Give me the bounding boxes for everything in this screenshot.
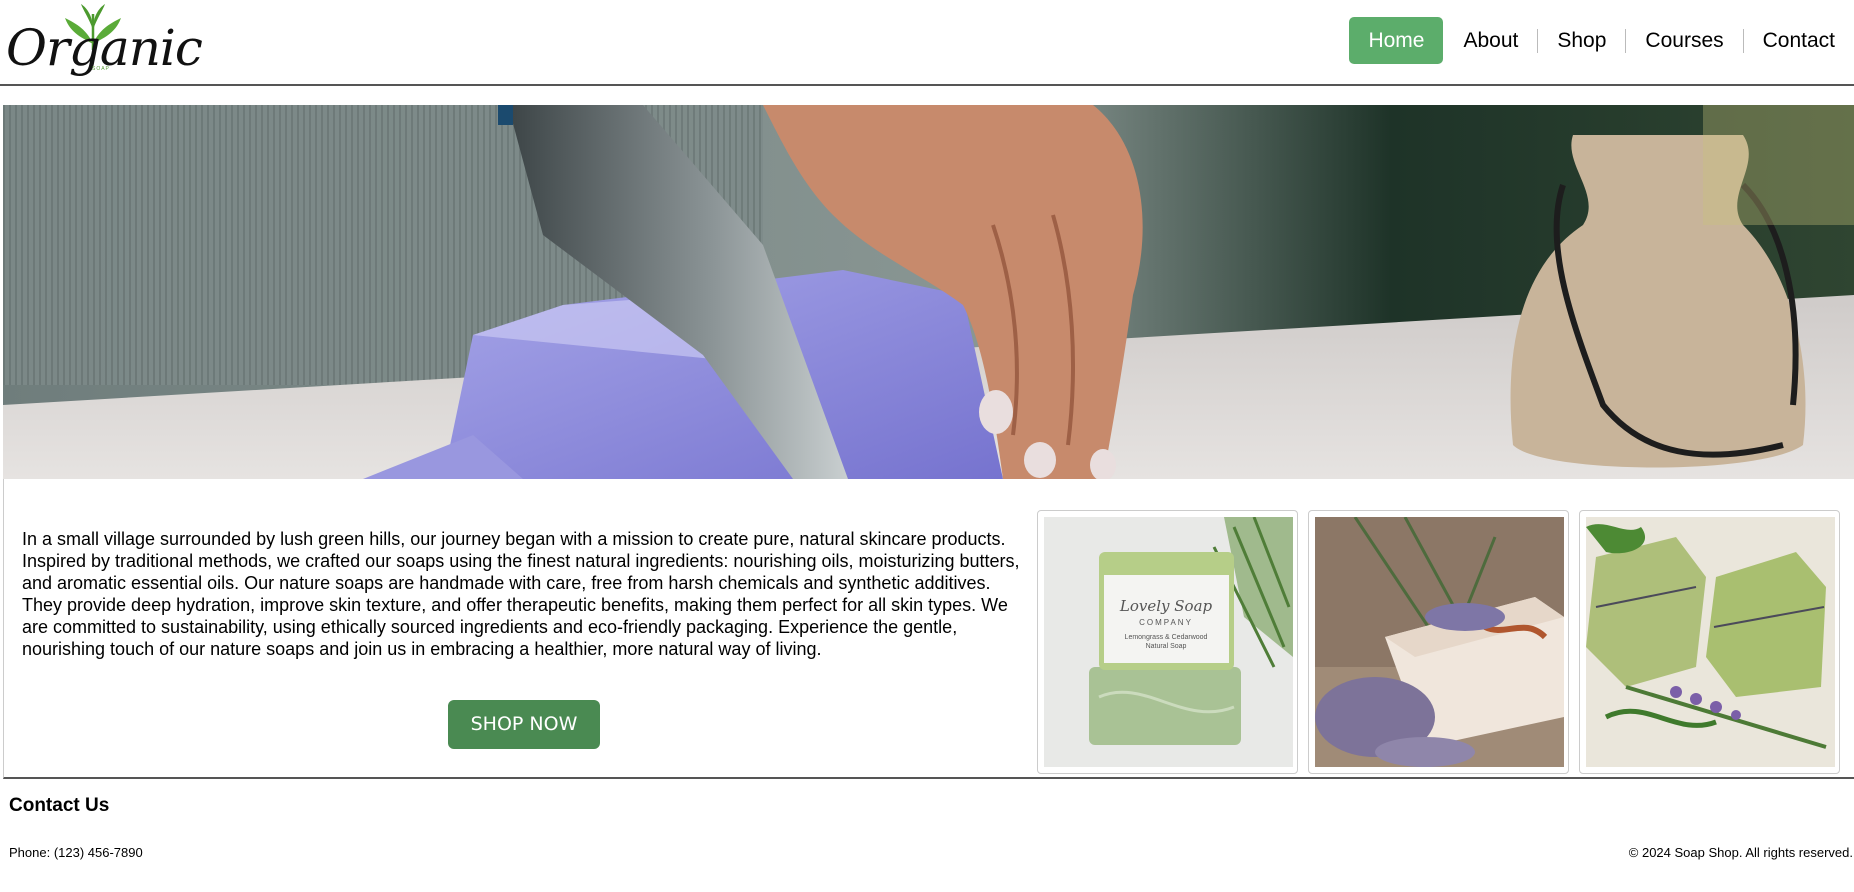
soap-label-scent: Lemongrass & Cedarwood	[1125, 634, 1208, 641]
about-section: In a small village surrounded by lush gr…	[3, 479, 1854, 779]
gallery-card[interactable]	[1308, 510, 1569, 774]
nav-home[interactable]: Home	[1349, 17, 1444, 64]
site-footer: Contact Us Phone: (123) 456-7890 © 2024 …	[0, 781, 1854, 892]
phone-number: Phone: (123) 456-7890	[9, 845, 143, 860]
soap-label-company: COMPANY	[1139, 618, 1193, 627]
copyright-text: © 2024 Soap Shop. All rights reserved.	[1628, 845, 1853, 860]
nav-shop[interactable]: Shop	[1538, 17, 1625, 64]
main-nav: Home About Shop Courses Contact	[1349, 17, 1854, 64]
gallery-card[interactable]	[1579, 510, 1840, 774]
gallery-card[interactable]: Lovely Soap COMPANY Lemongrass & Cedarwo…	[1037, 510, 1298, 774]
product-gallery: Lovely Soap COMPANY Lemongrass & Cedarwo…	[1037, 510, 1840, 774]
contact-heading: Contact Us	[9, 795, 110, 816]
lemongrass-soap-image: Lovely Soap COMPANY Lemongrass & Cedarwo…	[1044, 517, 1293, 767]
lavender-soap-image	[1315, 517, 1564, 767]
soap-label-brand: Lovely Soap	[1119, 597, 1213, 615]
shop-now-button[interactable]: SHOP NOW	[448, 700, 600, 749]
soap-label-type: Natural Soap	[1146, 643, 1187, 650]
site-header: Organic SOAP Home About Shop Courses Con…	[0, 0, 1854, 86]
nav-contact[interactable]: Contact	[1744, 17, 1854, 64]
nav-courses[interactable]: Courses	[1626, 17, 1742, 64]
logo-tagline: SOAP	[92, 66, 110, 72]
hero-banner	[3, 105, 1854, 479]
green-herbal-soap-image	[1586, 517, 1835, 767]
hero-image	[3, 105, 1854, 479]
site-logo[interactable]: Organic SOAP	[6, 0, 203, 84]
about-paragraph: In a small village surrounded by lush gr…	[22, 529, 1020, 659]
nav-about[interactable]: About	[1444, 17, 1537, 64]
